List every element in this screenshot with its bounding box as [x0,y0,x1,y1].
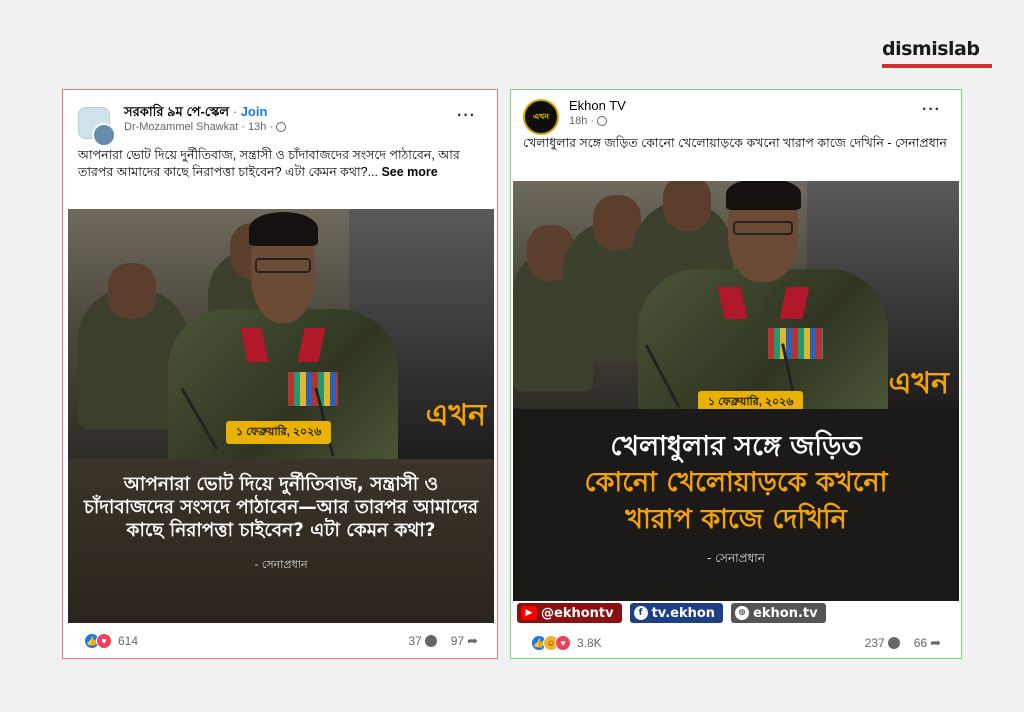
love-icon: ♥ [555,635,571,651]
share-icon: ➦ [467,633,478,648]
comment-icon [424,635,437,647]
image-photo: এখন ১ ফেব্রুয়ারি, ২০২৬ [513,181,959,414]
shares-stat[interactable]: 66 ➦ [914,635,941,651]
post-time[interactable]: 18h · [569,115,594,127]
youtube-icon: ▶ [521,606,537,620]
comments-stat[interactable]: 37 [408,634,437,648]
reactions[interactable]: 👍 ☺ ♥ 3.8K [531,635,602,651]
post-header: সরকারি ৯ম পে-স্কেল · Join Dr-Mozammel Sh… [68,95,494,147]
share-count: 97 [450,634,465,648]
ekhon-watermark: এখন [425,398,486,433]
officer-figure [638,181,888,409]
quote-line-3: খারাপ কাজে দেখিনি [625,503,847,535]
facebook-icon: f [633,606,648,620]
quote-attribution: - সেনাপ্রধান [254,558,308,572]
left-post-frame: সরকারি ৯ম পে-স্কেল · Join Dr-Mozammel Sh… [62,89,498,659]
post-caption: আপনারা ভোট দিয়ে দুর্নীতিবাজ, সন্ত্রাসী … [68,147,494,181]
post-meta: Dr-Mozammel Shawkat · 13h · [124,121,287,133]
avatar-logo-text: এখন [532,111,550,121]
join-button[interactable]: Join [241,104,268,119]
quote-attribution: - সেনাপ্রধান [707,551,765,566]
see-more-link[interactable]: See more [381,165,437,179]
comments-stat[interactable]: 237 [865,636,900,650]
post-header: এখন Ekhon TV 18h · ··· [513,93,959,135]
post-meta: 18h · [569,115,608,127]
globe-web-icon: ⊕ [735,606,750,620]
post-caption: খেলাধুলার সঙ্গে জড়িত কোনো খেলোয়াড়কে ক… [513,131,959,152]
social-handles-bar: ▶ @ekhontv f tv.ekhon ⊕ ekhon.tv [513,601,959,625]
page-avatar[interactable]: এখন [523,99,559,135]
quote-line-1: খেলাধুলার সঙ্গে জড়িত [610,431,862,462]
author-name[interactable]: Dr-Mozammel Shawkat [124,121,238,133]
more-options-icon[interactable]: ··· [457,107,476,125]
youtube-handle: ▶ @ekhontv [517,603,622,623]
love-icon: ♥ [96,633,112,649]
quote-line-2: কোনো খেলোয়াড়কে কখনো [584,467,888,499]
quote-card: আপনারা ভোট দিয়ে দুর্নীতিবাজ, সন্ত্রাসী … [68,459,494,623]
group-avatar[interactable] [78,107,116,147]
shares-stat[interactable]: 97 ➦ [451,633,478,649]
post-footer: 👍 ☺ ♥ 3.8K 237 66 ➦ [513,635,959,651]
post-image[interactable]: এখন ১ ফেব্রুয়ারি, ২০২৬ খেলাধুলার সঙ্গে … [513,181,959,625]
post-footer: 👍 ♥ 614 37 97 ➦ [68,633,494,649]
right-post-frame: এখন Ekhon TV 18h · ··· খেলাধুলার সঙ্গে জ… [510,89,962,659]
post-time[interactable]: · 13h · [241,121,273,133]
image-photo: এখন ১ ফেব্রুয়ারি, ২০২৬ [68,209,494,459]
brand-name: dismislab [882,38,980,60]
globe-icon [276,122,287,132]
share-count: 66 [913,636,928,650]
quote-text: আপনারা ভোট দিয়ে দুর্নীতিবাজ, সন্ত্রাসী … [83,474,479,542]
author-avatar [92,123,116,147]
comment-count: 237 [864,636,885,650]
more-options-icon[interactable]: ··· [922,101,941,119]
facebook-text: tv.ekhon [651,605,716,621]
reactions[interactable]: 👍 ♥ 614 [84,633,138,649]
reaction-count: 614 [118,634,139,648]
post-image[interactable]: এখন ১ ফেব্রুয়ারি, ২০২৬ আপনারা ভোট দিয়ে… [68,209,494,623]
page-name[interactable]: Ekhon TV [569,98,626,113]
share-icon: ➦ [930,635,941,650]
left-facebook-post: সরকারি ৯ম পে-স্কেল · Join Dr-Mozammel Sh… [68,95,494,649]
date-tag: ১ ফেব্রুয়ারি, ২০২৬ [226,421,332,444]
website-text: ekhon.tv [753,605,818,621]
youtube-text: @ekhontv [541,605,614,621]
facebook-handle: f tv.ekhon [629,603,724,623]
quote-card: খেলাধুলার সঙ্গে জড়িত কোনো খেলোয়াড়কে ক… [513,409,959,625]
brand-underline [882,64,992,68]
ekhon-watermark: এখন [888,366,949,401]
comment-icon [887,637,900,649]
comment-count: 37 [408,634,422,648]
website-handle: ⊕ ekhon.tv [731,603,826,623]
quote-text: খেলাধুলার সঙ্গে জড়িত কোনো খেলোয়াড়কে ক… [513,409,959,538]
group-name[interactable]: সরকারি ৯ম পে-স্কেল [124,104,229,119]
reaction-count: 3.8K [577,636,602,650]
caption-text: খেলাধুলার সঙ্গে জড়িত কোনো খেলোয়াড়কে ক… [523,136,947,150]
globe-icon [597,116,608,126]
right-facebook-post: এখন Ekhon TV 18h · ··· খেলাধুলার সঙ্গে জ… [513,93,959,651]
dismislab-logo: dismislab [882,38,994,68]
title-separator: · [232,104,238,119]
